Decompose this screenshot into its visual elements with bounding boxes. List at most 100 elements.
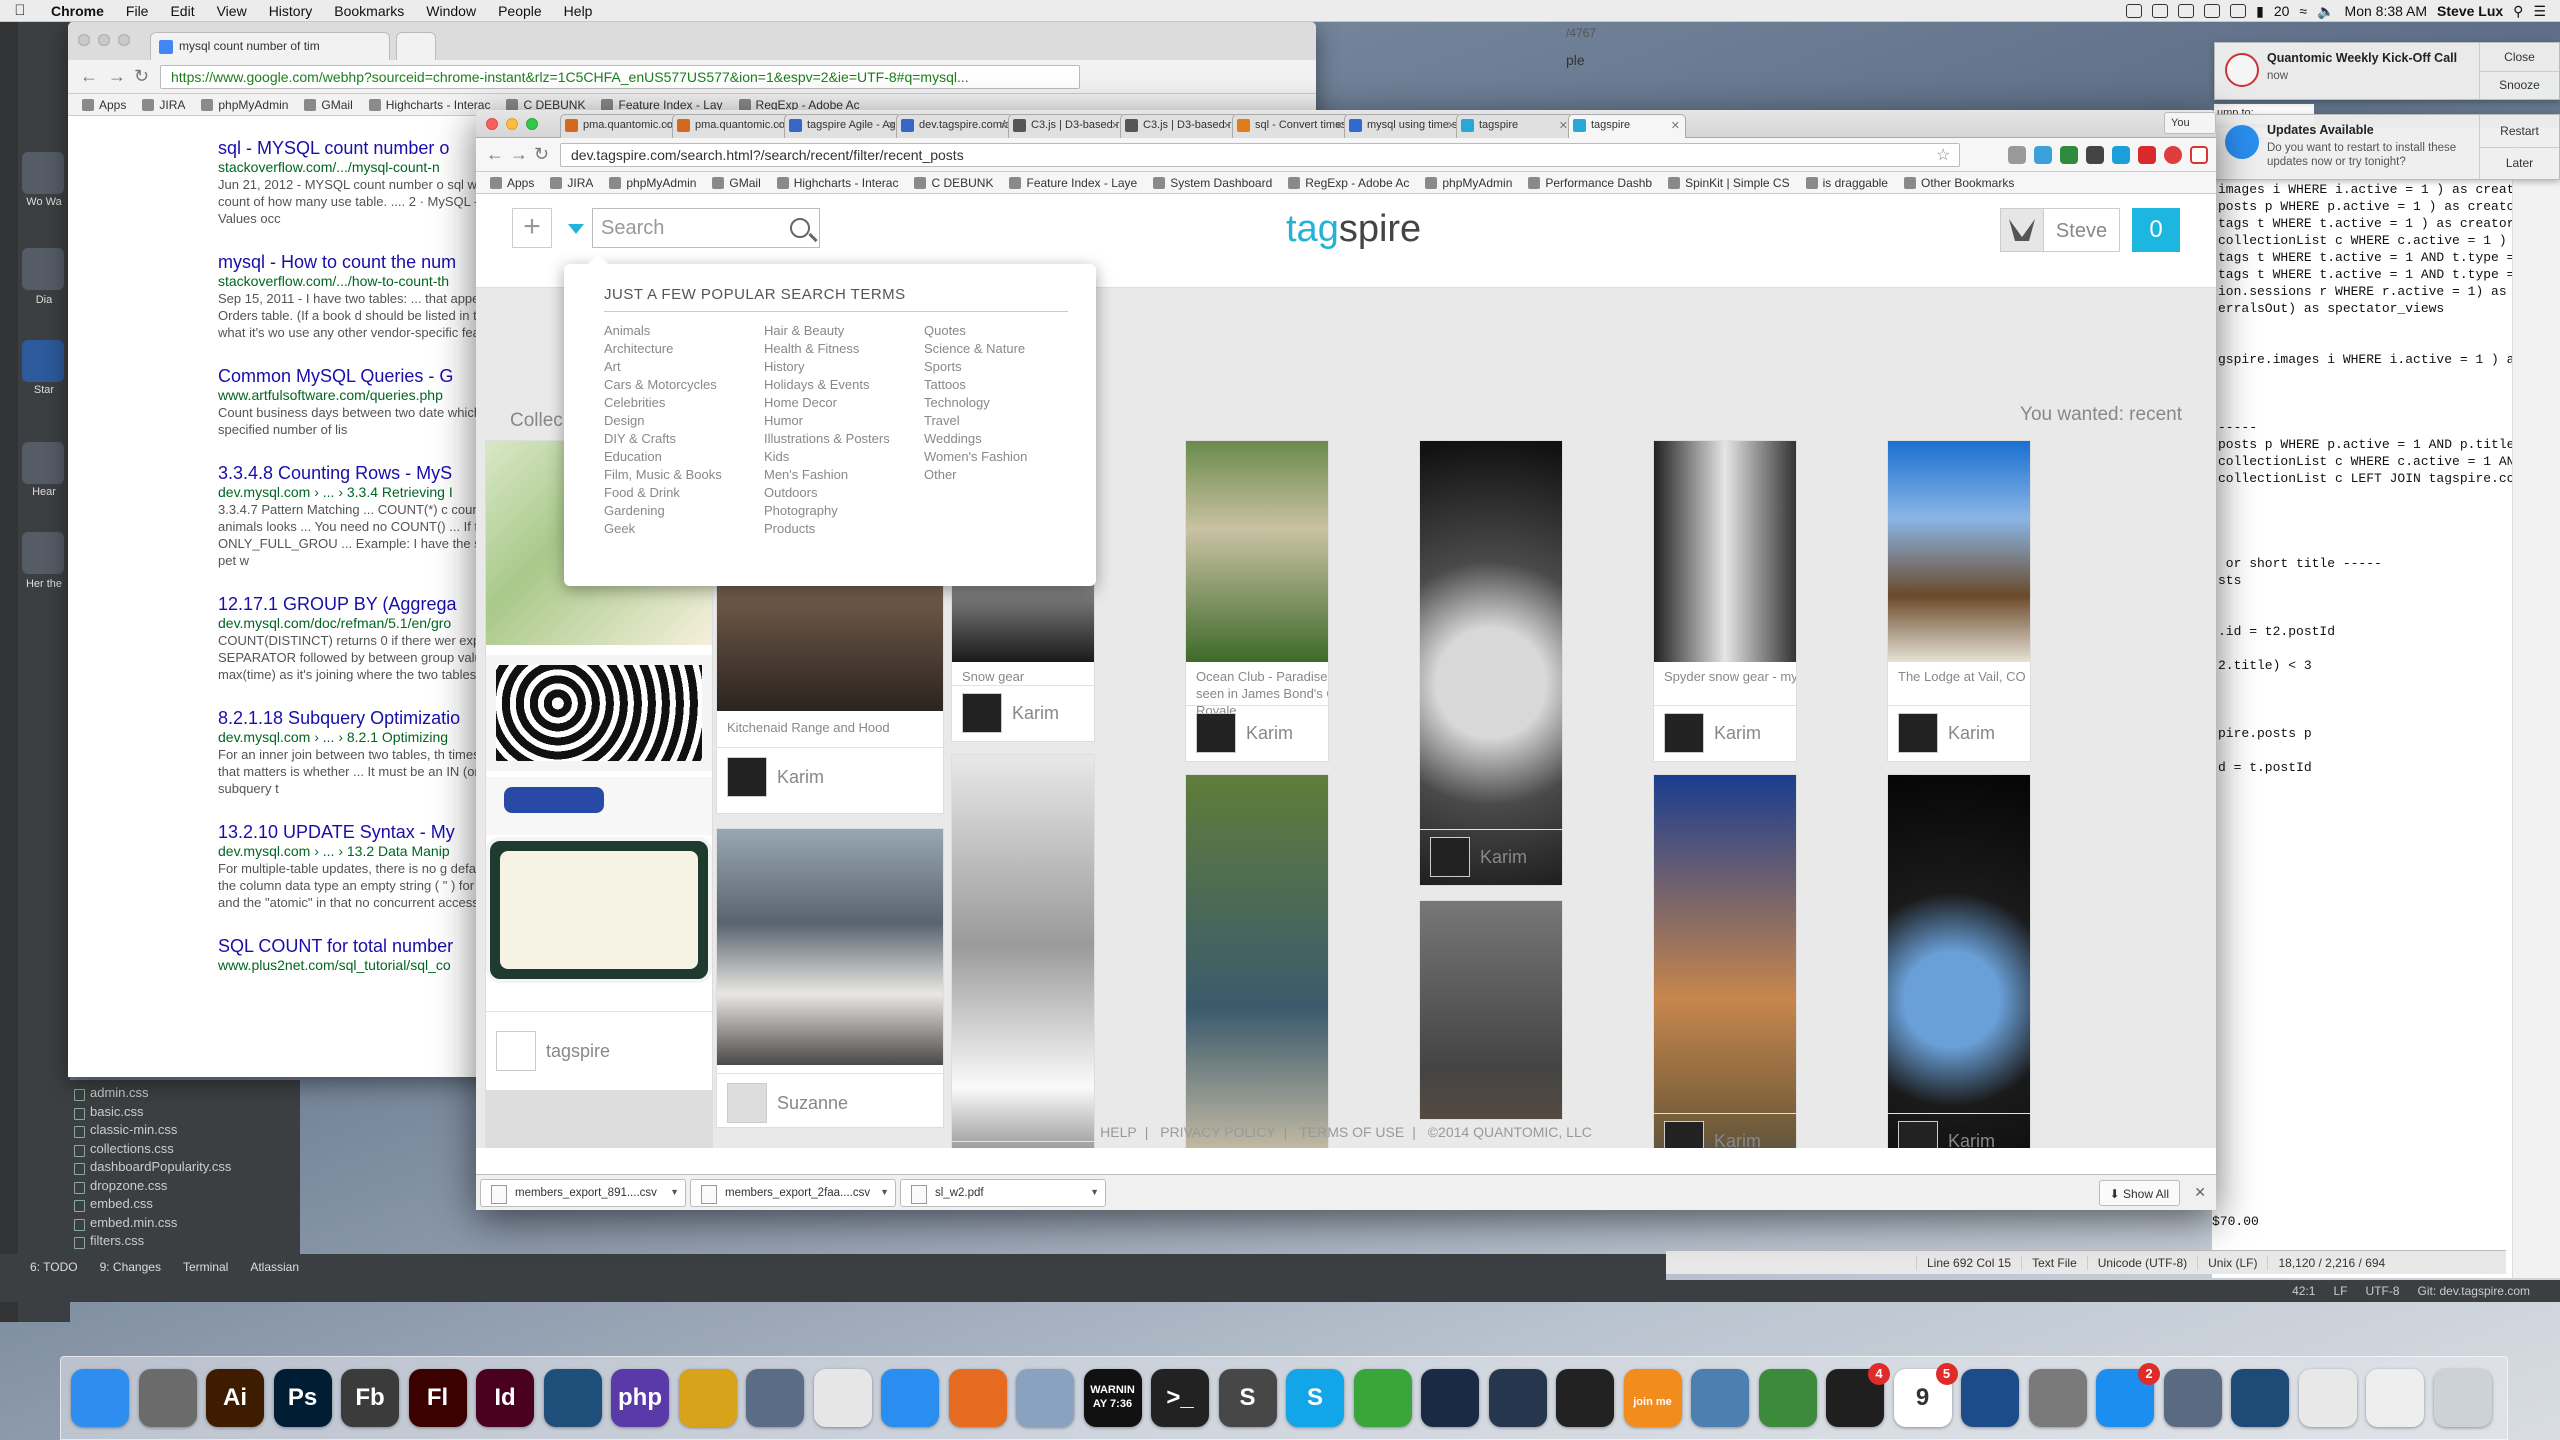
network-icon[interactable] <box>1691 1369 1749 1427</box>
zoom-window-icon[interactable] <box>118 34 130 46</box>
main-browser-window[interactable]: pma.quantomic.com ✕ pma.quantomic.com ✕ tags… <box>476 110 2216 1210</box>
browser-tab[interactable]: C3.js | D3-based re ✕ <box>1120 114 1238 138</box>
side-app-icon[interactable] <box>22 442 64 484</box>
tab-changes[interactable]: 9: Changes <box>100 1260 161 1274</box>
safari-icon[interactable] <box>881 1369 939 1427</box>
bookmark-item[interactable]: C DEBUNK <box>914 176 993 190</box>
minimize-window-icon[interactable] <box>506 118 518 130</box>
search-term-link[interactable]: Holidays & Events <box>764 376 890 394</box>
close-tab-icon[interactable]: ✕ <box>1335 119 1344 132</box>
trash-icon[interactable] <box>2433 1369 2492 1427</box>
post-author[interactable]: Suzanne <box>727 1083 848 1123</box>
console-icon[interactable]: WARNIN AY 7:36 <box>1083 1369 1142 1427</box>
browser-tab[interactable]: tagspire ✕ <box>1456 114 1574 138</box>
apple-menu-icon[interactable]:  <box>0 2 40 19</box>
search-term-link[interactable]: Illustrations & Posters <box>764 430 890 448</box>
search-term-link[interactable]: Products <box>764 520 890 538</box>
menu-people[interactable]: People <box>487 3 553 19</box>
close-tab-icon[interactable]: ✕ <box>999 119 1008 132</box>
bookmark-item[interactable]: Apps <box>490 176 534 190</box>
bookmark-item[interactable]: phpMyAdmin <box>609 176 696 190</box>
back-icon[interactable]: ← <box>80 66 98 87</box>
xcode-2-icon[interactable] <box>2231 1369 2289 1427</box>
snooze-button[interactable]: Snooze <box>2480 70 2559 100</box>
address-bar[interactable]: https://www.google.com/webhp?sourceid=ch… <box>160 65 1080 89</box>
tab-terminal[interactable]: Terminal <box>183 1260 228 1274</box>
file-item[interactable]: embed.min.css <box>70 1214 300 1233</box>
file-item[interactable]: dashboardPopularity.css <box>70 1158 300 1177</box>
browser-tab[interactable]: sql - Convert times ✕ <box>1232 114 1350 138</box>
tab-todo[interactable]: 6: TODO <box>30 1260 78 1274</box>
dropbox-icon[interactable] <box>2126 4 2143 18</box>
search-term-link[interactable]: Women's Fashion <box>924 448 1027 466</box>
system-preferences-icon[interactable] <box>138 1369 197 1427</box>
search-term-link[interactable]: Art <box>604 358 722 376</box>
post-author[interactable]: tagspire <box>496 1031 610 1071</box>
close-tab-icon[interactable]: ✕ <box>887 119 896 132</box>
bookmark-gmail[interactable]: GMail <box>304 98 353 112</box>
search-term-link[interactable]: Geek <box>604 520 722 538</box>
menu-file[interactable]: File <box>115 3 160 19</box>
close-downloads-icon[interactable]: ✕ <box>2194 1184 2206 1201</box>
search-term-link[interactable]: Kids <box>764 448 890 466</box>
flash-builder-icon[interactable]: Fb <box>341 1369 399 1427</box>
menu-window[interactable]: Window <box>415 3 487 19</box>
user-menu-button[interactable]: Steve <box>2044 208 2120 252</box>
download-item[interactable]: sl_w2.pdf ▼ <box>900 1179 1106 1207</box>
side-app-icon[interactable] <box>22 532 64 574</box>
download-menu-icon[interactable]: ▼ <box>1090 1187 1099 1197</box>
app-menu[interactable]: Chrome <box>40 3 115 19</box>
post-card[interactable]: Time to shave.Karim <box>1419 440 1563 886</box>
extension-icon[interactable] <box>2034 146 2052 164</box>
post-card[interactable] <box>1419 900 1563 1120</box>
search-term-link[interactable]: Film, Music & Books <box>604 466 722 484</box>
post-card[interactable]: Burton snowboards and Spyder gear - the … <box>951 754 1095 1148</box>
line-separator[interactable]: LF <box>2333 1284 2347 1298</box>
git-branch[interactable]: Git: dev.tagspire.com <box>2418 1284 2531 1298</box>
flash-icon[interactable]: Fl <box>408 1369 467 1427</box>
bookmark-jira[interactable]: JIRA <box>142 98 185 112</box>
search-term-link[interactable]: Home Decor <box>764 394 890 412</box>
restart-button[interactable]: Restart <box>2480 115 2559 147</box>
menu-view[interactable]: View <box>206 3 258 19</box>
browser-tab[interactable]: mysql count number of tim <box>150 32 390 60</box>
show-all-downloads-button[interactable]: ⬇ Show All <box>2098 1180 2180 1206</box>
post-card[interactable]: Because life is too short for boring soc… <box>1185 774 1329 1148</box>
footer-terms-link[interactable]: TERMS OF USE <box>1291 1124 1412 1140</box>
search-term-link[interactable]: History <box>764 358 890 376</box>
calculator-icon[interactable] <box>2028 1369 2087 1427</box>
chrome-menu-icon[interactable] <box>2190 146 2208 164</box>
sublime-icon[interactable]: S <box>1218 1369 1277 1427</box>
battery-icon[interactable]: ▮ <box>2256 3 2264 20</box>
evernote-icon[interactable] <box>1758 1369 1817 1427</box>
wifi-icon[interactable]: ≈ <box>2299 3 2307 19</box>
close-tab-icon[interactable]: ✕ <box>1559 119 1568 132</box>
spotify-icon[interactable]: 4 <box>1826 1363 1890 1427</box>
bookmark-item[interactable]: JIRA <box>550 176 593 190</box>
side-app-icon[interactable] <box>22 340 64 382</box>
close-tab-icon[interactable]: ✕ <box>1671 119 1680 132</box>
display-icon[interactable] <box>2204 4 2221 18</box>
search-term-link[interactable]: Gardening <box>604 502 722 520</box>
preview-icon[interactable] <box>1016 1369 1074 1427</box>
footer-help-link[interactable]: HELP <box>1092 1124 1145 1140</box>
search-term-link[interactable]: Education <box>604 448 722 466</box>
notification-center-icon[interactable]: ☰ <box>2533 3 2546 20</box>
adium-icon[interactable] <box>1353 1369 1412 1427</box>
menu-history[interactable]: History <box>258 3 324 19</box>
close-window-icon[interactable] <box>486 118 498 130</box>
post-card[interactable]: Suzanne <box>716 828 944 1128</box>
bookmark-item[interactable]: RegExp - Adobe Ac <box>1288 176 1409 190</box>
browser-tab[interactable]: mysql using time st ✕ <box>1344 114 1462 138</box>
search-term-link[interactable]: Photography <box>764 502 890 520</box>
scrivener-icon[interactable] <box>678 1369 737 1427</box>
skype-icon[interactable]: S <box>1286 1369 1344 1427</box>
post-author[interactable]: Karim <box>962 693 1059 733</box>
close-tab-icon[interactable]: ✕ <box>1111 119 1120 132</box>
extension-icon[interactable] <box>2112 146 2130 164</box>
finder-icon[interactable] <box>71 1369 129 1427</box>
browser-tab[interactable]: tagspire Agile - Agi ✕ <box>784 114 902 138</box>
app-store-icon[interactable]: 2 <box>2096 1363 2160 1427</box>
address-bar[interactable]: dev.tagspire.com/search.html?/search/rec… <box>560 143 1960 167</box>
close-tab-icon[interactable]: ✕ <box>775 119 784 132</box>
